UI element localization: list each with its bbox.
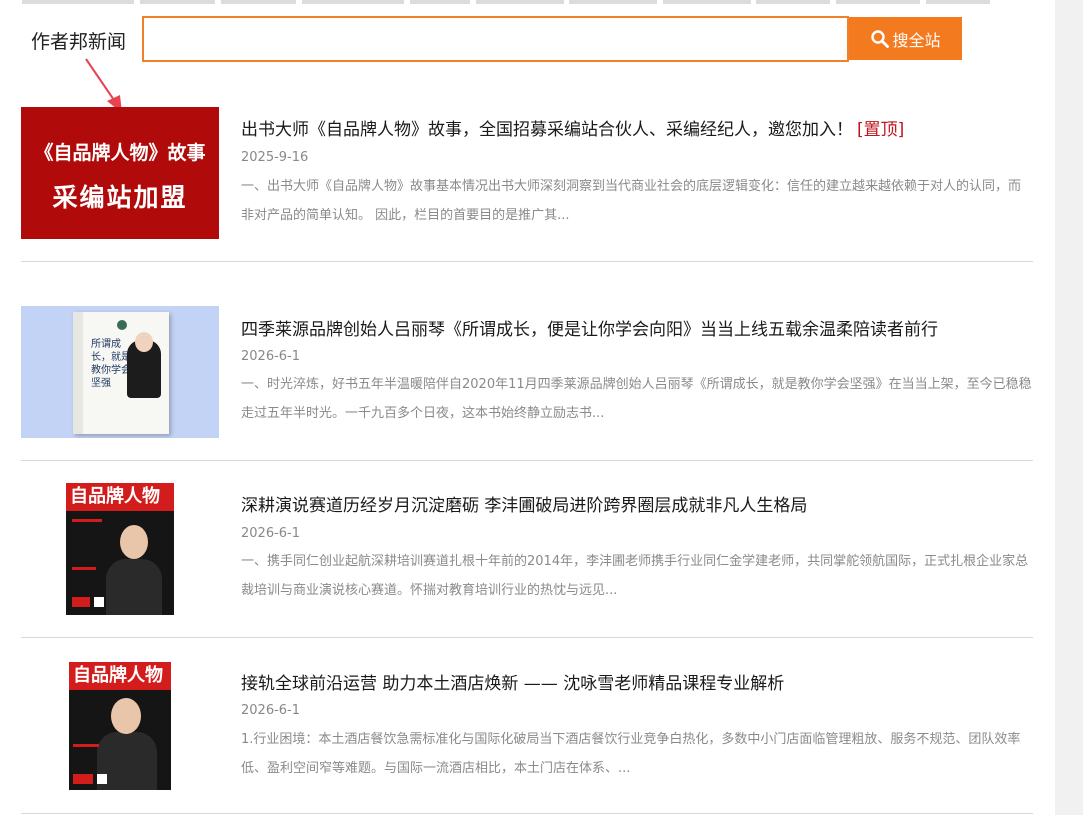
news-thumbnail[interactable]: 《自品牌人物》故事 采编站加盟 [21,107,219,239]
tree-logo-icon [117,320,127,330]
magazine-cover-image: 自品牌人物 [66,483,174,615]
top-nav-strip [22,0,1002,4]
magazine-masthead: 自品牌人物 [69,662,171,690]
search-input[interactable] [142,16,849,62]
news-date: 2026-6-1 [241,526,301,541]
news-item[interactable]: 自品牌人物 深耕演说赛道历经岁月沉淀磨砺 李沣圃破局进阶跨界圈层成就非凡人生格局… [21,481,1033,616]
news-date: 2025-9-16 [241,150,309,165]
pinned-badge: [置顶] [857,120,905,140]
news-item[interactable]: 自品牌人物 接轨全球前沿运营 助力本土酒店焕新 —— 沈咏雪老师精品课程专业解析… [21,660,1033,792]
news-title[interactable]: 深耕演说赛道历经岁月沉淀磨砺 李沣圃破局进阶跨界圈层成就非凡人生格局 [241,495,807,517]
news-summary: 一、出书大师《自品牌人物》故事基本情况出书大师深刻洞察到当代商业社会的底层逻辑变… [241,179,1022,223]
news-date: 2026-6-1 [241,349,301,364]
news-title[interactable]: 出书大师《自品牌人物》故事，全国招募采编站合伙人、采编经纪人，邀您加入！ [置顶] [241,119,904,141]
divider [21,637,1033,638]
divider [21,261,1033,262]
news-item[interactable]: 《自品牌人物》故事 采编站加盟 出书大师《自品牌人物》故事，全国招募采编站合伙人… [21,107,1033,239]
magazine-cover-image: 自品牌人物 [69,662,171,790]
promo-line1: 《自品牌人物》故事 [34,142,206,164]
promo-image: 《自品牌人物》故事 采编站加盟 [21,107,219,239]
news-title[interactable]: 接轨全球前沿运营 助力本土酒店焕新 —— 沈咏雪老师精品课程专业解析 [241,673,784,695]
news-title[interactable]: 四季莱源品牌创始人吕丽琴《所谓成长，便是让你学会向阳》当当上线五载余温柔陪读者前… [241,319,938,341]
news-item[interactable]: 所谓成长，就是教你学会坚强 四季莱源品牌创始人吕丽琴《所谓成长，便是让你学会向阳… [21,306,1033,438]
divider [21,460,1033,461]
news-thumbnail[interactable]: 自品牌人物 [69,662,171,790]
magazine-masthead: 自品牌人物 [66,483,174,511]
search-icon [871,29,890,48]
divider [21,813,1033,814]
book-title: 所谓成长，就是教你学会坚强 [91,339,131,389]
news-date: 2026-6-1 [241,703,301,718]
promo-line2: 采编站加盟 [52,183,188,212]
book-cover-image: 所谓成长，就是教你学会坚强 [21,306,219,438]
page-scrollbar[interactable] [1055,0,1083,815]
search-button-label: 搜全站 [892,30,941,50]
news-thumbnail[interactable]: 自品牌人物 [66,483,174,615]
search-label: 作者邦新闻 [31,31,127,53]
book: 所谓成长，就是教你学会坚强 [73,312,169,434]
news-summary: 一、时光淬炼，好书五年半温暖陪伴自2020年11月四季莱源品牌创始人吕丽琴《所谓… [241,377,1032,421]
news-summary: 1.行业困境：本土酒店餐饮急需标准化与国际化破局当下酒店餐饮行业竞争白热化，多数… [241,732,1021,776]
news-title-text[interactable]: 出书大师《自品牌人物》故事，全国招募采编站合伙人、采编经纪人，邀您加入！ [241,120,853,140]
search-button[interactable]: 搜全站 [849,17,962,60]
news-thumbnail[interactable]: 所谓成长，就是教你学会坚强 [21,306,219,438]
news-summary: 一、携手同仁创业起航深耕培训赛道扎根十年前的2014年，李沣圃老师携手行业同仁金… [241,554,1029,598]
